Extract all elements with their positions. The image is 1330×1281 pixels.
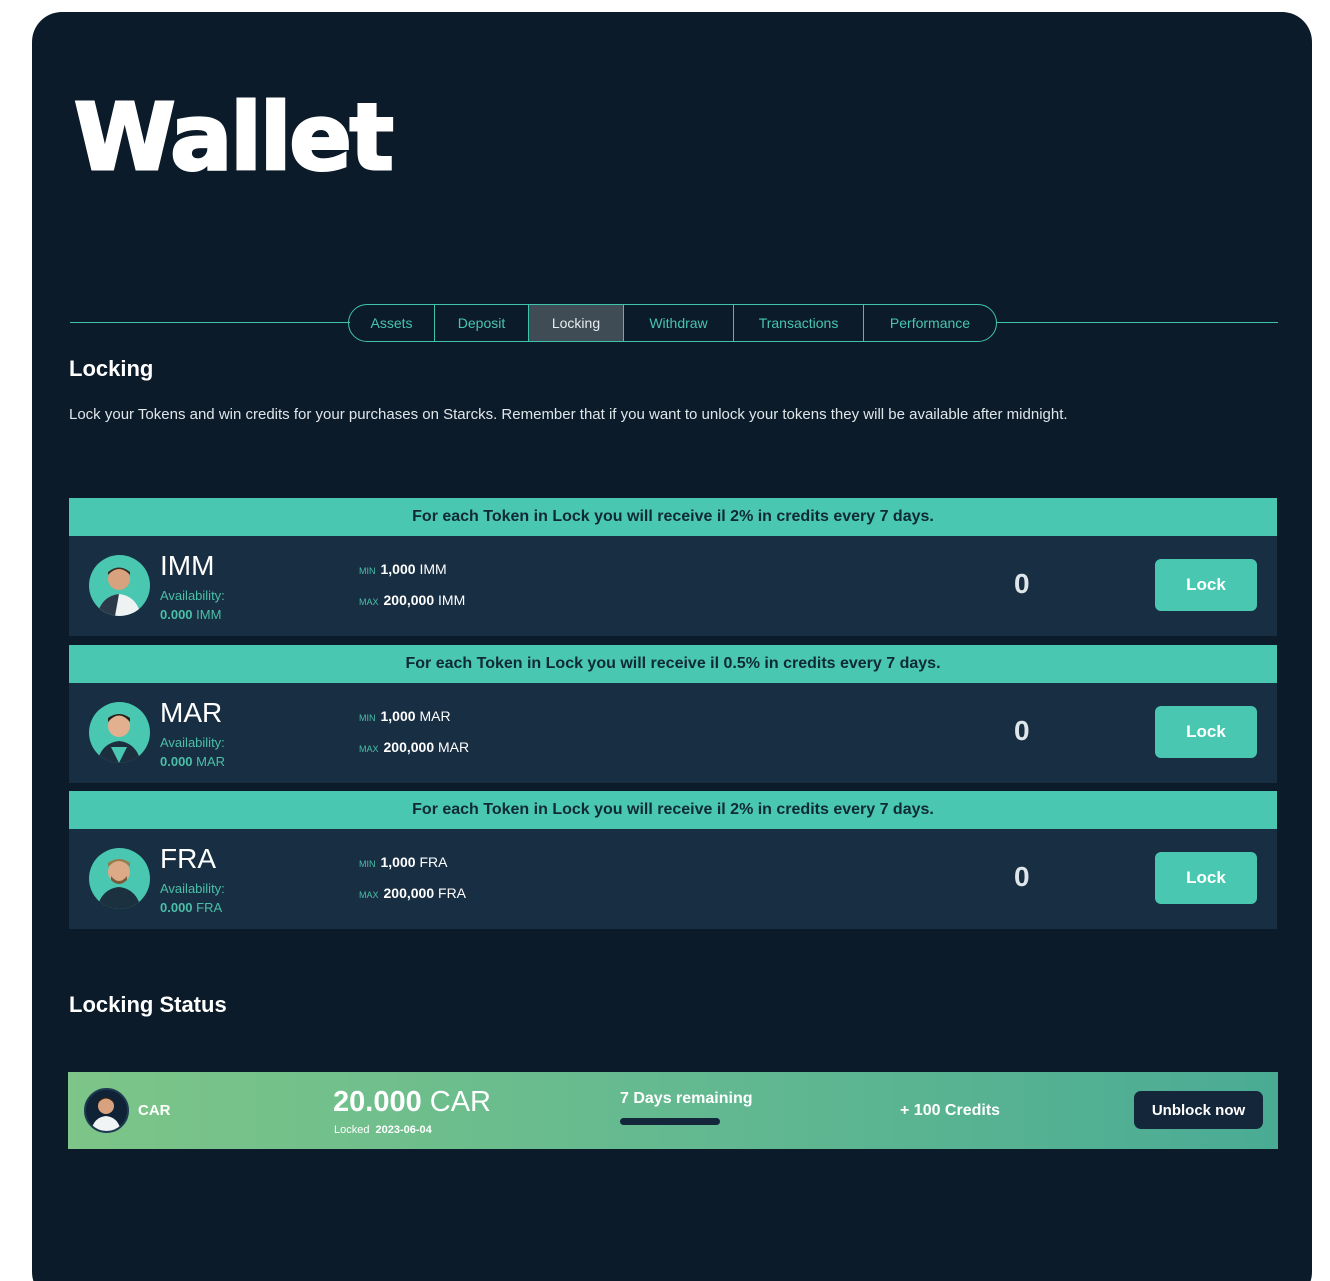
unblock-button[interactable]: Unblock now: [1134, 1091, 1263, 1129]
token-card-body: FRA Availability: 0.000 FRA MIN 1,000 FRA…: [69, 829, 1277, 929]
token-symbol: FRA: [160, 843, 216, 874]
reward-banner: For each Token in Lock you will receive …: [69, 498, 1277, 536]
locking-title: Locking: [69, 356, 154, 381]
min-limit: MIN 1,000 FRA: [359, 854, 448, 870]
remaining-progress-bar: [620, 1118, 720, 1125]
tab-locking[interactable]: Locking: [529, 305, 624, 341]
reward-banner: For each Token in Lock you will receive …: [69, 645, 1277, 683]
token-symbol: IMM: [160, 550, 215, 581]
token-card-body: MAR Availability: 0.000 MAR MIN 1,000 MAR…: [69, 683, 1277, 783]
lock-button[interactable]: Lock: [1155, 559, 1257, 611]
tab-divider-left: [70, 322, 350, 323]
player-avatar-icon: [89, 848, 150, 909]
status-token-symbol: CAR: [138, 1102, 171, 1119]
availability-value: 0.000 FRA: [160, 900, 223, 915]
credits-earned: + 100 Credits: [900, 1102, 1001, 1119]
token-card-fra: For each Token in Lock you will receive …: [69, 791, 1277, 929]
tab-divider-right: [996, 322, 1278, 323]
max-limit: MAX 200,000 IMM: [359, 592, 466, 608]
tab-withdraw[interactable]: Withdraw: [624, 305, 734, 341]
locking-status-title: Locking Status: [69, 992, 227, 1017]
availability-value: 0.000 IMM: [160, 607, 222, 622]
max-limit: MAX 200,000 FRA: [359, 885, 467, 901]
locked-date: Locked 2023-06-04: [334, 1124, 432, 1136]
remaining-progress-fill: [620, 1118, 720, 1125]
locked-amount: 20.000 CAR: [333, 1086, 491, 1118]
locking-description: Lock your Tokens and win credits for you…: [69, 406, 1068, 423]
lock-button[interactable]: Lock: [1155, 706, 1257, 758]
token-card-body: IMM Availability: 0.000 IMM MIN 1,000 IMM…: [69, 536, 1277, 636]
player-avatar-icon: [84, 1088, 129, 1133]
availability-value: 0.000 MAR: [160, 754, 226, 769]
availability-label: Availability:: [160, 735, 225, 750]
tab-assets[interactable]: Assets: [349, 305, 435, 341]
max-limit: MAX 200,000 MAR: [359, 739, 470, 755]
page-title: Wallet: [73, 84, 396, 191]
lock-button[interactable]: Lock: [1155, 852, 1257, 904]
locking-status-row: CAR 20.000 CAR Locked 2023-06-04 7 Days r…: [68, 1072, 1278, 1149]
days-remaining: 7 Days remaining: [620, 1090, 753, 1107]
lock-amount[interactable]: 0: [1014, 861, 1030, 893]
reward-banner: For each Token in Lock you will receive …: [69, 791, 1277, 829]
player-avatar-icon: [89, 555, 150, 616]
token-card-mar: For each Token in Lock you will receive …: [69, 645, 1277, 783]
token-symbol: MAR: [160, 697, 223, 728]
wallet-tabs: Assets Deposit Locking Withdraw Transact…: [348, 304, 997, 342]
tab-deposit[interactable]: Deposit: [435, 305, 529, 341]
tab-performance[interactable]: Performance: [864, 305, 996, 341]
lock-amount[interactable]: 0: [1014, 568, 1030, 600]
availability-label: Availability:: [160, 881, 225, 896]
min-limit: MIN 1,000 IMM: [359, 561, 447, 577]
tab-transactions[interactable]: Transactions: [734, 305, 864, 341]
token-card-imm: For each Token in Lock you will receive …: [69, 498, 1277, 636]
lock-amount[interactable]: 0: [1014, 715, 1030, 747]
min-limit: MIN 1,000 MAR: [359, 708, 451, 724]
player-avatar-icon: [89, 702, 150, 763]
availability-label: Availability:: [160, 588, 225, 603]
